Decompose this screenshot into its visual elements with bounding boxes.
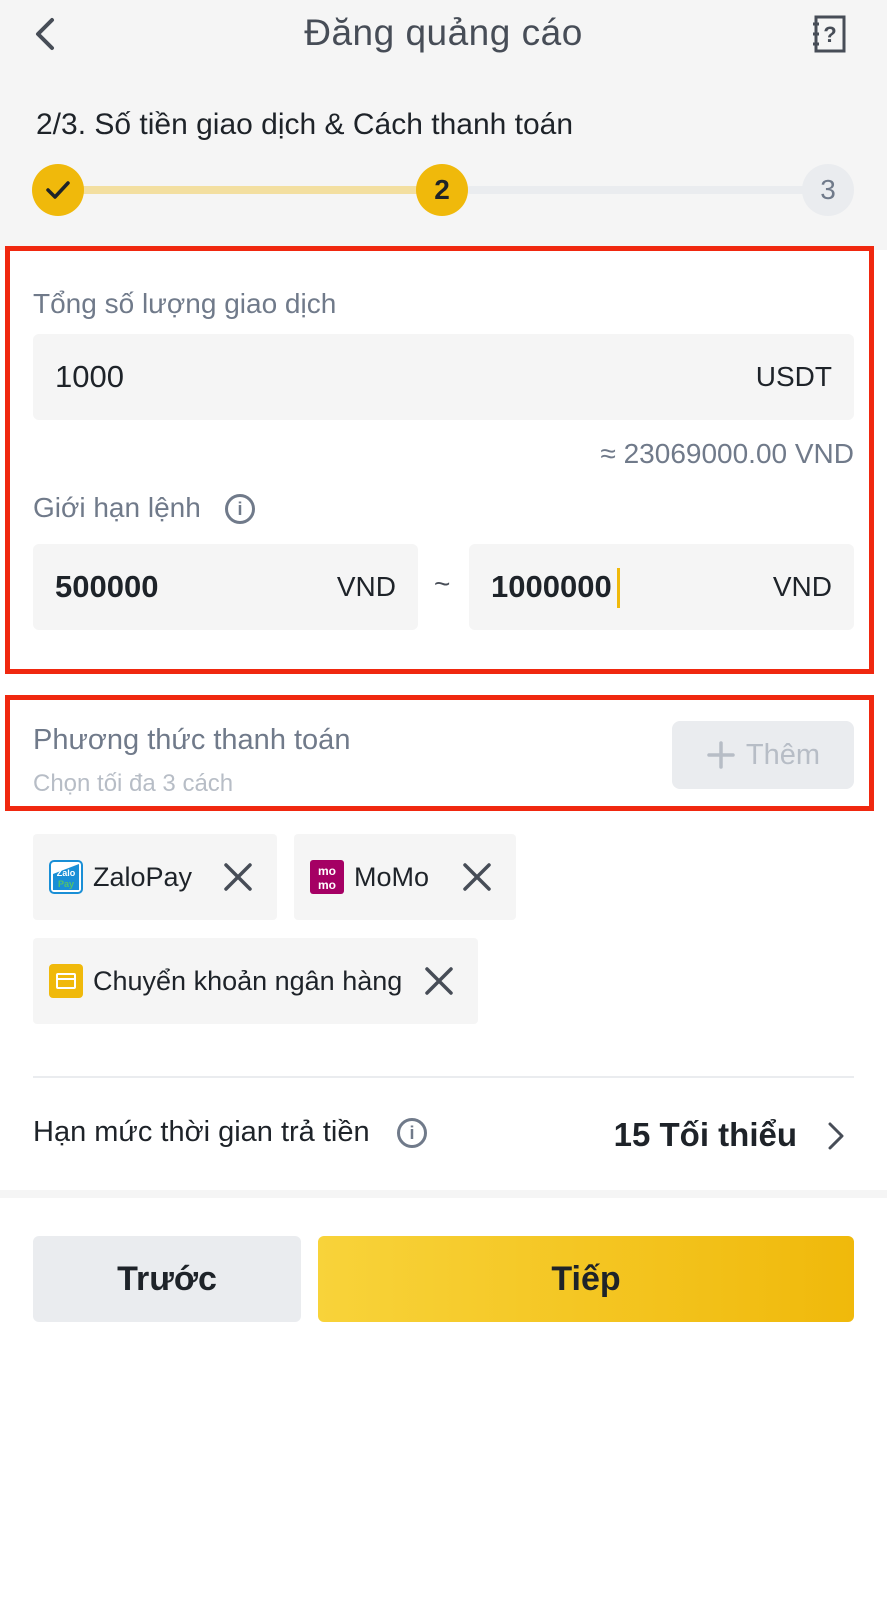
min-limit-unit: VND — [336, 571, 396, 602]
payment-label: Phương thức thanh toán — [33, 724, 351, 756]
amount-unit: USDT — [755, 361, 832, 392]
info-icon[interactable]: i — [397, 1118, 427, 1148]
step-line-done — [80, 186, 420, 194]
step-line-pending — [466, 186, 806, 194]
min-limit-box[interactable]: VND — [33, 544, 418, 630]
limit-label: Giới hạn lệnh — [33, 492, 201, 523]
bank-card-icon — [49, 964, 83, 998]
amount-input[interactable] — [53, 358, 657, 396]
step-3-pending: 3 — [802, 164, 854, 216]
limit-separator: ~ — [434, 568, 451, 599]
svg-text:?: ? — [823, 22, 836, 47]
amount-label: Tổng số lượng giao dịch — [33, 288, 337, 319]
min-limit-input[interactable] — [53, 568, 277, 606]
svg-text:mo: mo — [318, 878, 336, 892]
info-icon[interactable]: i — [225, 494, 255, 524]
progress-stepper: 2 3 — [0, 160, 887, 220]
add-payment-button[interactable]: Thêm — [672, 721, 854, 789]
amount-approx: ≈ 23069000.00 VND — [600, 438, 854, 469]
next-button[interactable]: Tiếp — [318, 1236, 854, 1322]
time-limit-value[interactable]: 15 Tối thiểu — [614, 1116, 797, 1154]
prev-button[interactable]: Trước — [33, 1236, 301, 1322]
payment-chip-zalopay: Zalo Pay ZaloPay — [33, 834, 277, 920]
amount-input-box[interactable]: USDT — [33, 334, 854, 420]
payment-chip-label: ZaloPay — [93, 861, 193, 892]
max-limit-box[interactable]: VND — [469, 544, 854, 630]
divider — [33, 1076, 854, 1078]
help-book-icon[interactable]: ? — [810, 14, 850, 54]
step-3-label: 3 — [820, 174, 836, 205]
check-icon — [46, 181, 70, 199]
svg-text:Zalo: Zalo — [57, 868, 76, 878]
add-payment-label: Thêm — [745, 738, 821, 771]
section-separator — [0, 1190, 887, 1198]
close-icon[interactable] — [462, 862, 492, 892]
close-icon[interactable] — [424, 966, 454, 996]
max-limit-input[interactable] — [489, 568, 693, 606]
text-cursor — [617, 568, 620, 608]
payment-chip-momo: mo mo MoMo — [294, 834, 516, 920]
payment-chip-label: MoMo — [354, 861, 430, 892]
step-1-complete — [32, 164, 84, 216]
svg-text:mo: mo — [318, 864, 336, 878]
plus-icon — [707, 741, 735, 769]
step-2-current: 2 — [416, 164, 468, 216]
page-title: Đăng quảng cáo — [304, 12, 583, 53]
payment-chip-label: Chuyển khoản ngân hàng — [93, 965, 403, 996]
payment-hint: Chọn tối đa 3 cách — [33, 770, 234, 797]
svg-text:Pay: Pay — [58, 879, 74, 889]
time-limit-label: Hạn mức thời gian trả tiền — [33, 1116, 370, 1148]
close-icon[interactable] — [223, 862, 253, 892]
step-title: 2/3. Số tiền giao dịch & Cách thanh toán — [36, 108, 574, 141]
payment-chip-bank-transfer: Chuyển khoản ngân hàng — [33, 938, 478, 1024]
max-limit-unit: VND — [772, 571, 832, 602]
step-2-label: 2 — [434, 174, 450, 205]
top-bar: Đăng quảng cáo ? 2/3. Số tiền giao dịch … — [0, 0, 887, 250]
zalopay-icon: Zalo Pay — [49, 860, 83, 894]
momo-icon: mo mo — [310, 860, 344, 894]
chevron-right-icon[interactable] — [824, 1118, 848, 1154]
